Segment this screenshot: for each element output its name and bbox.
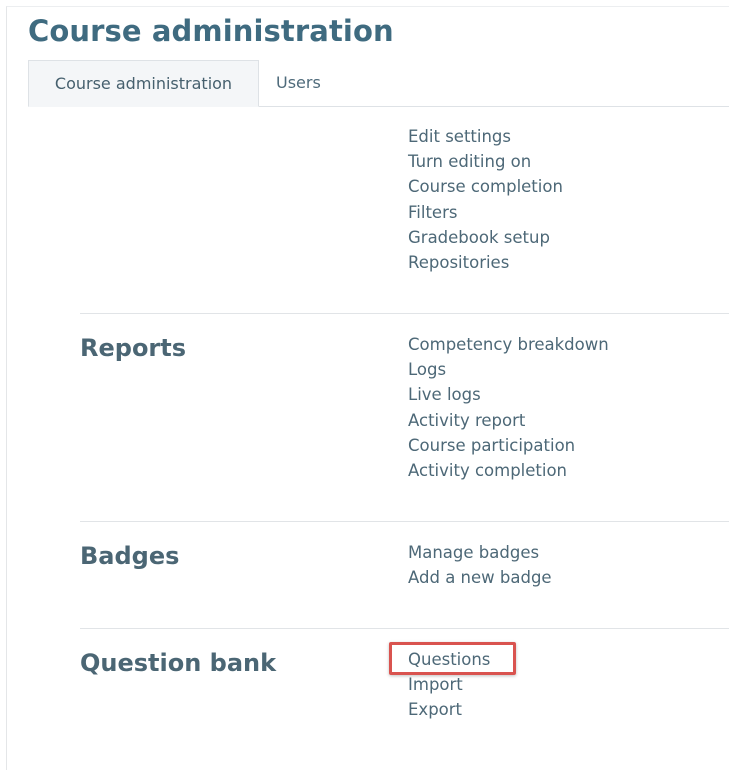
tab-course-administration[interactable]: Course administration (28, 60, 259, 107)
link-competency-breakdown[interactable]: Competency breakdown (408, 333, 609, 358)
tab-users[interactable]: Users (276, 60, 321, 107)
course-settings-links: Edit settings Turn editing on Course com… (408, 125, 563, 276)
section-heading-question-bank: Question bank (80, 649, 277, 677)
section-divider (80, 521, 729, 522)
badges-links: Manage badges Add a new badge (408, 541, 552, 591)
link-activity-completion[interactable]: Activity completion (408, 459, 609, 484)
link-live-logs[interactable]: Live logs (408, 383, 609, 408)
section-divider (80, 313, 729, 314)
link-course-completion[interactable]: Course completion (408, 175, 563, 200)
link-questions[interactable]: Questions (408, 648, 490, 673)
section-heading-reports: Reports (80, 334, 187, 362)
reports-links: Competency breakdown Logs Live logs Acti… (408, 333, 609, 484)
link-activity-report[interactable]: Activity report (408, 409, 609, 434)
link-logs[interactable]: Logs (408, 358, 609, 383)
question-bank-links: Questions Import Export (408, 648, 490, 724)
link-filters[interactable]: Filters (408, 201, 563, 226)
link-export[interactable]: Export (408, 698, 490, 723)
link-course-participation[interactable]: Course participation (408, 434, 609, 459)
section-divider (80, 628, 729, 629)
tabs-bar: Course administration Users (28, 60, 729, 107)
link-edit-settings[interactable]: Edit settings (408, 125, 563, 150)
link-turn-editing-on[interactable]: Turn editing on (408, 150, 563, 175)
link-gradebook-setup[interactable]: Gradebook setup (408, 226, 563, 251)
link-import[interactable]: Import (408, 673, 490, 698)
link-add-new-badge[interactable]: Add a new badge (408, 566, 552, 591)
link-repositories[interactable]: Repositories (408, 251, 563, 276)
section-heading-badges: Badges (80, 542, 180, 570)
page-title: Course administration (28, 14, 394, 48)
link-manage-badges[interactable]: Manage badges (408, 541, 552, 566)
